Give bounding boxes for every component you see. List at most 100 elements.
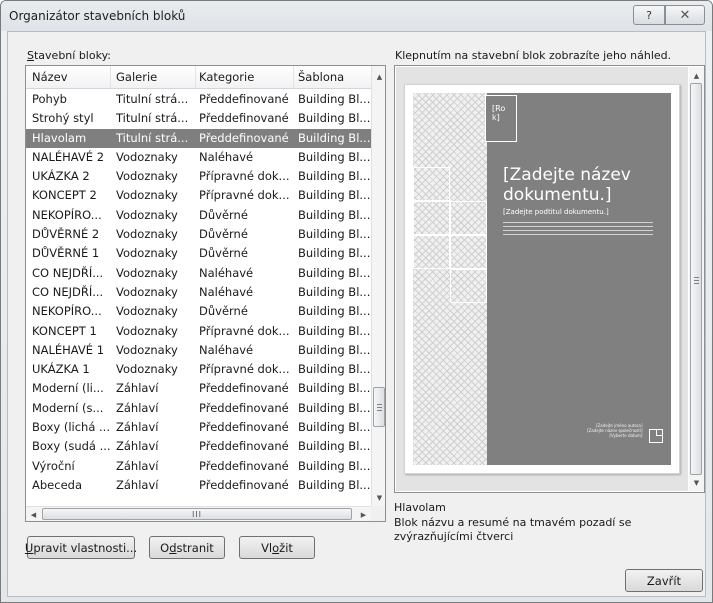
table-row[interactable]: Strohý styl Titulní strá... Předdefinované… [26, 109, 371, 128]
table-row[interactable]: Boxy (sudá ... Záhlaví Předdefinované Build… [26, 437, 371, 456]
scroll-down-arrow-icon[interactable]: ▼ [372, 490, 385, 506]
list-scroll-thumb[interactable] [373, 387, 385, 427]
cell-category: Naléhavé [199, 284, 254, 299]
column-header-category[interactable]: Kategorie [193, 66, 294, 88]
table-row[interactable]: Moderní (s... Záhlaví Předdefinované Buildi… [26, 399, 371, 418]
accent-square [450, 269, 487, 303]
table-row[interactable]: UKÁZKA 1 Vodoznaky Přípravné dok... Buildin… [26, 360, 371, 379]
cell-name: NEKOPÍRO... [32, 304, 102, 319]
author-block: [Zadejte jméno autora] [Zadejte název sp… [587, 423, 643, 438]
cell-gallery: Záhlaví [116, 477, 159, 492]
help-icon: ? [646, 8, 652, 22]
list-vertical-scrollbar[interactable]: ▲ ▼ [371, 66, 385, 506]
column-header-template[interactable]: Šablona [292, 66, 371, 88]
cell-gallery: Vodoznaky [116, 265, 178, 280]
cell-name: UKÁZKA 1 [32, 362, 90, 377]
cell-category: Naléhavé [199, 265, 254, 280]
document-title-placeholder: [Zadejte název dokumentu.] [503, 165, 631, 205]
table-row[interactable]: Boxy (lichá ... Záhlaví Předdefinované Buil… [26, 418, 371, 437]
cell-template: Building Bl... [298, 111, 371, 126]
cell-category: Přípravné dok... [199, 169, 290, 184]
scroll-left-arrow-icon[interactable]: ◀ [26, 507, 41, 521]
column-header-gallery[interactable]: Galerie [110, 66, 196, 88]
cell-gallery: Vodoznaky [116, 227, 178, 242]
table-row[interactable]: CO NEJDŘÍ... Vodoznaky Naléhavé Building Bl… [26, 264, 371, 283]
cell-template: Building Bl... [298, 458, 371, 473]
accent-square [413, 167, 450, 201]
table-row[interactable]: DŮVĚRNÉ 2 Vodoznaky Důvěrné Building Bl... [26, 225, 371, 244]
help-button[interactable]: ? [633, 5, 665, 25]
close-button[interactable]: Zavřít [625, 569, 703, 592]
cell-name: Pohyb [32, 92, 67, 106]
cell-name: CO NEJDŘÍ... [32, 284, 104, 299]
squares-logo-icon [649, 429, 663, 443]
table-row[interactable]: DŮVĚRNÉ 1 Vodoznaky Důvěrné Building Bl... [26, 244, 371, 263]
preview-pane: [Ro k] [Zadejte název dokumentu.] [Zadej… [394, 65, 705, 493]
cell-gallery: Záhlaví [116, 420, 159, 435]
cell-category: Důvěrné [199, 246, 248, 261]
table-row[interactable]: KONCEPT 2 Vodoznaky Přípravné dok... Buildi… [26, 186, 371, 205]
cell-category: Naléhavé [199, 342, 254, 357]
preview-vertical-scrollbar[interactable]: ▲ ▼ [689, 67, 704, 491]
cell-gallery: Vodoznaky [116, 246, 178, 261]
table-row[interactable]: Výroční Záhlaví Předdefinované Building Bl.… [26, 457, 371, 476]
cell-category: Důvěrné [199, 304, 248, 319]
cell-template: Building Bl... [298, 246, 371, 261]
table-row[interactable]: KONCEPT 1 Vodoznaky Přípravné dok... Buildi… [26, 322, 371, 341]
delete-button[interactable]: Od stranit [149, 536, 225, 559]
cell-category: Důvěrné [199, 227, 248, 242]
selected-block-name: Hlavolam [394, 501, 446, 514]
scroll-up-arrow-icon[interactable]: ▲ [372, 69, 385, 85]
preview-scroll-down-icon[interactable]: ▼ [689, 475, 704, 491]
table-row[interactable]: UKÁZKA 2 Vodoznaky Přípravné dok... Buildin… [26, 167, 371, 186]
cell-gallery: Záhlaví [116, 400, 159, 415]
cell-gallery: Vodoznaky [116, 207, 178, 222]
cell-gallery: Vodoznaky [116, 284, 178, 299]
column-header-name[interactable]: Název [26, 66, 111, 88]
cell-gallery: Vodoznaky [116, 362, 178, 377]
cell-category: Předdefinované [199, 381, 289, 396]
cell-template: Building Bl... [298, 400, 371, 415]
table-row[interactable]: NEKOPÍRO... Vodoznaky Důvěrné Building Bl..… [26, 206, 371, 225]
close-window-button[interactable]: ✕ [665, 5, 705, 25]
title-bar[interactable]: Organizátor stavebních bloků ? ✕ [1, 1, 712, 31]
cell-gallery: Titulní strá... [116, 92, 189, 106]
table-row[interactable]: CO NEJDŘÍ... Vodoznaky Naléhavé Building Bl… [26, 283, 371, 302]
insert-button[interactable]: Vl o žit [239, 536, 315, 559]
cell-template: Building Bl... [298, 323, 371, 338]
cell-category: Předdefinované [199, 92, 289, 106]
table-row[interactable]: Pohyb Titulní strá... Předdefinované Buildi… [26, 90, 371, 109]
window-title: Organizátor stavebních bloků [9, 9, 186, 23]
table-row[interactable]: NALÉHAVÉ 2 Vodoznaky Naléhavé Building Bl..… [26, 148, 371, 167]
hscroll-grip-icon: III [191, 509, 203, 519]
preview-hint: Klepnutím na stavební blok zobrazíte jeh… [395, 49, 672, 62]
cell-name: Boxy (sudá ... [32, 439, 111, 454]
table-row[interactable]: Hlavolam Titulní strá... Předdefinované Bui… [26, 128, 371, 148]
table-row[interactable]: Abeceda Záhlaví Předdefinované Building Bl.… [26, 476, 371, 494]
cell-category: Přípravné dok... [199, 323, 290, 338]
scroll-right-arrow-icon[interactable]: ▶ [356, 507, 371, 521]
edit-properties-button[interactable]: Upravit vlastnosti... [25, 536, 137, 559]
cell-gallery: Vodoznaky [116, 149, 178, 164]
cell-template: Building Bl... [298, 284, 371, 299]
cell-category: Předdefinované [199, 477, 289, 492]
table-row[interactable]: NALÉHAVÉ 1 Vodoznaky Naléhavé Building Bl..… [26, 341, 371, 360]
list-rows: Pohyb Titulní strá... Předdefinované Buildi… [26, 90, 371, 494]
selected-block-description: Blok názvu a resumé na tmavém pozadí se … [394, 516, 632, 543]
dark-panel [487, 93, 671, 465]
cell-name: NALÉHAVÉ 1 [32, 342, 105, 357]
list-hscroll-thumb[interactable]: III [42, 508, 352, 520]
preview-area: [Ro k] [Zadejte název dokumentu.] [Zadej… [396, 67, 688, 491]
table-row[interactable]: Moderní (li... Záhlaví Předdefinované Build… [26, 379, 371, 398]
list-horizontal-scrollbar[interactable]: ◀ III ▶ [26, 506, 371, 521]
cell-template: Building Bl... [298, 439, 371, 454]
cell-category: Předdefinované [199, 439, 289, 454]
cell-name: Moderní (li... [32, 381, 104, 396]
building-blocks-list[interactable]: Název Galerie Kategorie Šablona Pohyb Tit… [25, 65, 386, 522]
preview-scroll-thumb[interactable] [690, 83, 702, 475]
cell-name: KONCEPT 1 [32, 323, 97, 338]
preview-scroll-up-icon[interactable]: ▲ [689, 68, 704, 84]
table-row[interactable]: NEKOPÍRO... Vodoznaky Důvěrné Building Bl..… [26, 302, 371, 321]
cell-category: Důvěrné [199, 207, 248, 222]
building-blocks-organizer-dialog: Organizátor stavebních bloků ? ✕ Stavebn… [0, 0, 713, 603]
